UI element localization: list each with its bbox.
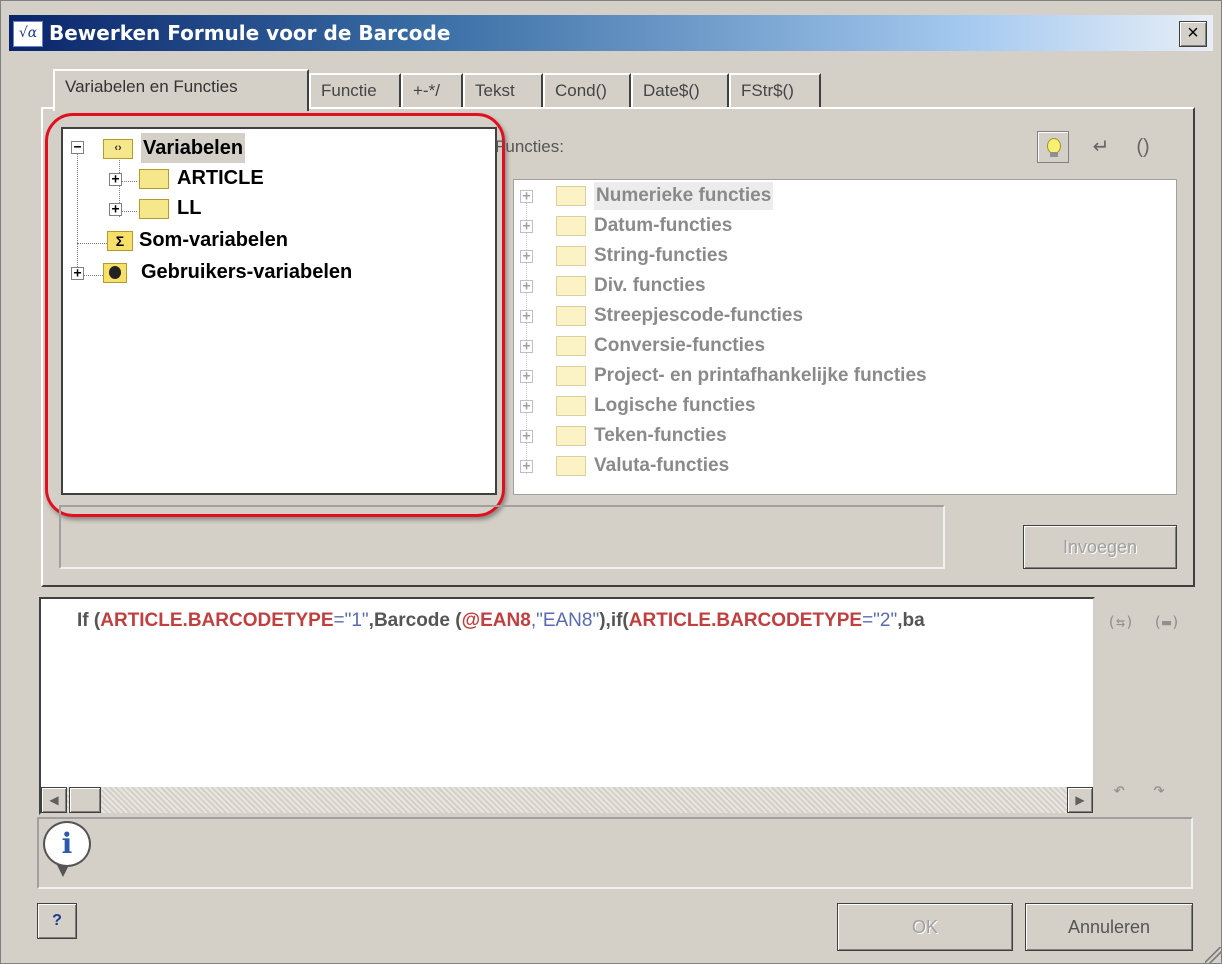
function-category-label: Div. functies [594, 275, 706, 296]
folder-icon [139, 169, 169, 189]
formula-segment: ,Barcode ( [368, 610, 462, 631]
tab-fstr[interactable]: FStr$() [729, 73, 821, 109]
functions-label: Functies: [495, 137, 564, 156]
title-bar[interactable]: √α Bewerken Formule voor de Barcode [9, 15, 1213, 51]
horizontal-scrollbar[interactable]: ◀ ▶ [41, 787, 1093, 813]
function-category-label: Numerieke functies [594, 182, 774, 210]
expand-icon[interactable]: + [71, 267, 84, 280]
expand-icon[interactable]: + [520, 370, 533, 383]
formula-dialog: √α Bewerken Formule voor de Barcode × Va… [0, 0, 1222, 964]
tab-cond[interactable]: Cond() [543, 73, 631, 109]
expand-icon[interactable]: + [520, 340, 533, 353]
scroll-right-button[interactable]: ▶ [1067, 787, 1093, 813]
lightbulb-icon[interactable] [1037, 131, 1069, 163]
formula-segment: ="1" [333, 610, 369, 631]
window-title: Bewerken Formule voor de Barcode [49, 21, 451, 45]
tab-operators[interactable]: +-*/ [401, 73, 463, 109]
scroll-thumb[interactable] [69, 787, 101, 813]
folder-icon [556, 336, 586, 356]
help-button[interactable]: ? [37, 903, 77, 939]
ok-button[interactable]: OK [837, 903, 1013, 951]
close-button[interactable]: × [1179, 21, 1207, 47]
scroll-left-button[interactable]: ◀ [41, 787, 67, 813]
folder-icon [556, 216, 586, 236]
function-category-label: Streepjescode-functies [594, 305, 804, 326]
formula-segment: ,ba [897, 610, 925, 631]
folder-icon [556, 456, 586, 476]
folder-icon [139, 199, 169, 219]
keyboard-icon[interactable]: (▬) [1153, 613, 1180, 631]
expand-icon[interactable]: + [109, 173, 122, 186]
description-box [59, 505, 945, 569]
collapse-icon[interactable]: − [71, 141, 84, 154]
expand-icon[interactable]: + [520, 430, 533, 443]
formula-segment: If ( [77, 610, 101, 631]
redo-icon[interactable]: ↷ [1153, 777, 1165, 801]
function-category-label: Valuta-functies [594, 455, 730, 476]
folder-icon [556, 396, 586, 416]
formula-segment: ),if( [599, 610, 629, 631]
formula-text[interactable]: If (ARTICLE.BARCODETYPE="1",Barcode (@EA… [77, 607, 925, 635]
variables-icon: ‹› [103, 139, 133, 159]
function-category-label: Conversie-functies [594, 335, 766, 356]
variables-tree[interactable]: − ‹› Variabelen + ARTICLE + LL Σ Som-var… [61, 127, 497, 495]
resize-grip[interactable] [1205, 947, 1221, 963]
wrap-icon[interactable]: (⇆) [1107, 613, 1134, 631]
function-category-label: Teken-functies [594, 425, 727, 446]
formula-segment: ,"EAN8" [530, 610, 600, 631]
parentheses-icon[interactable]: () [1127, 131, 1159, 163]
folder-icon [556, 306, 586, 326]
functions-tree[interactable]: + Numerieke functies + Datum-functies + Str… [513, 179, 1177, 495]
folder-icon [556, 186, 586, 206]
folder-icon [556, 426, 586, 446]
formula-sqrt-icon: √α [13, 21, 43, 47]
tree-label-article: ARTICLE [177, 167, 264, 189]
tab-variabelen-en-functies[interactable]: Variabelen en Functies [53, 69, 309, 111]
formula-segment: @EAN8 [461, 610, 531, 631]
expand-icon[interactable]: + [520, 220, 533, 233]
folder-icon [556, 276, 586, 296]
tab-date[interactable]: Date$() [631, 73, 729, 109]
sigma-icon: Σ [107, 231, 133, 251]
expand-icon[interactable]: + [520, 280, 533, 293]
info-panel [37, 817, 1193, 889]
tree-label-gebruikers-variabelen: Gebruikers-variabelen [141, 261, 353, 283]
expand-icon[interactable]: + [520, 400, 533, 413]
folder-icon [556, 246, 586, 266]
cancel-button[interactable]: Annuleren [1025, 903, 1193, 951]
expand-icon[interactable]: + [109, 203, 122, 216]
expand-icon[interactable]: + [520, 250, 533, 263]
tree-label-ll: LL [177, 197, 202, 219]
info-icon: i [43, 821, 91, 867]
formula-segment: ARTICLE.BARCODETYPE [100, 610, 334, 631]
return-icon[interactable]: ↵ [1085, 131, 1117, 163]
user-variables-icon [103, 263, 127, 283]
insert-button[interactable]: Invoegen [1023, 525, 1177, 569]
formula-segment: ="2" [862, 610, 898, 631]
function-category-label: Project- en printafhankelijke functies [594, 365, 927, 386]
formula-editor[interactable]: If (ARTICLE.BARCODETYPE="1",Barcode (@EA… [39, 597, 1095, 815]
tab-tekst[interactable]: Tekst [463, 73, 543, 109]
expand-icon[interactable]: + [520, 310, 533, 323]
function-category-label: String-functies [594, 245, 729, 266]
function-category-label: Datum-functies [594, 215, 733, 236]
tree-label-variabelen: Variabelen [141, 133, 246, 163]
undo-icon[interactable]: ↶ [1113, 777, 1125, 801]
tree-label-som-variabelen: Som-variabelen [139, 229, 288, 251]
tab-functie[interactable]: Functie [309, 73, 401, 109]
formula-segment: ARTICLE.BARCODETYPE [628, 610, 863, 631]
expand-icon[interactable]: + [520, 460, 533, 473]
expand-icon[interactable]: + [520, 190, 533, 203]
function-category-label: Logische functies [594, 395, 756, 416]
folder-icon [556, 366, 586, 386]
